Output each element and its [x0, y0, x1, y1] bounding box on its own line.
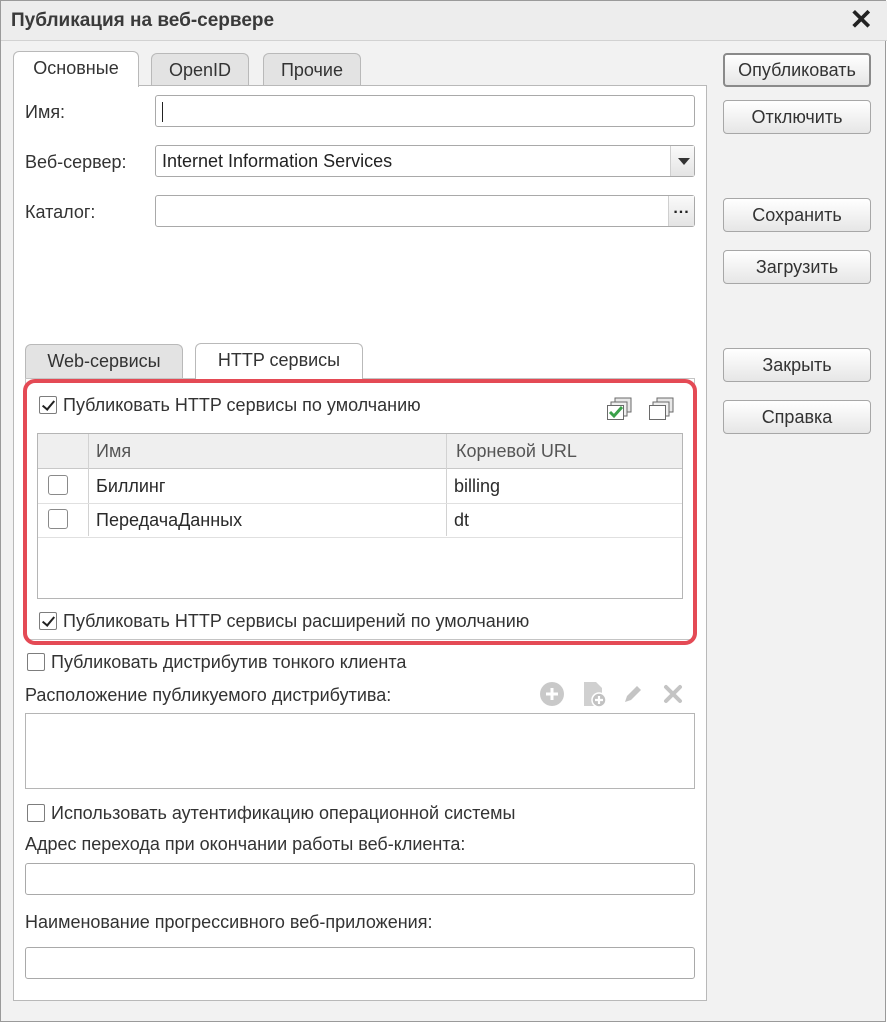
http-services-table: Имя Корневой URL Биллинг billing Передач…	[37, 433, 683, 599]
column-header-root-url[interactable]: Корневой URL	[456, 435, 577, 467]
title-bar: Публикация на веб-сервере ✕	[1, 1, 887, 41]
save-button[interactable]: Сохранить	[723, 198, 871, 232]
row-checkbox[interactable]	[48, 509, 68, 529]
publish-http-extensions-checkbox[interactable]	[39, 612, 57, 630]
add-file-icon[interactable]	[581, 680, 607, 708]
webserver-select[interactable]: Internet Information Services	[155, 145, 695, 177]
name-label: Имя:	[25, 102, 66, 122]
tab-openid[interactable]: OpenID	[151, 53, 249, 87]
os-auth-checkbox[interactable]	[27, 804, 45, 822]
chevron-down-icon[interactable]	[670, 146, 694, 176]
tab-main[interactable]: Основные	[13, 51, 139, 87]
tab-http-services[interactable]: HTTP сервисы	[195, 343, 363, 379]
table-row[interactable]: ПередачаДанных dt	[38, 503, 682, 538]
row-checkbox[interactable]	[48, 475, 68, 495]
publish-button[interactable]: Опубликовать	[723, 53, 871, 87]
delete-icon[interactable]	[661, 682, 685, 706]
pwa-name-label: Наименование прогрессивного веб-приложен…	[25, 912, 433, 932]
add-icon[interactable]	[539, 681, 565, 707]
publish-http-default-label: Публиковать HTTP сервисы по умолчанию	[63, 395, 421, 415]
name-input[interactable]	[155, 95, 695, 127]
row-name: Биллинг	[96, 476, 166, 496]
tab-other[interactable]: Прочие	[263, 53, 361, 87]
publish-http-extensions-label: Публиковать HTTP сервисы расширений по у…	[63, 611, 530, 631]
close-icon[interactable]: ✕	[850, 5, 873, 35]
load-button[interactable]: Загрузить	[723, 250, 871, 284]
exit-address-input[interactable]	[25, 863, 695, 895]
webserver-value: Internet Information Services	[162, 151, 393, 171]
uncheck-all-icon[interactable]	[649, 397, 677, 421]
distribution-location-label: Расположение публикуемого дистрибутива:	[25, 685, 392, 705]
publish-http-default-checkbox[interactable]	[39, 396, 57, 414]
tab-web-services[interactable]: Web-сервисы	[25, 344, 183, 378]
check-all-icon[interactable]	[607, 397, 635, 421]
publish-thin-client-label: Публиковать дистрибутив тонкого клиента	[51, 652, 407, 672]
catalog-input[interactable]: ...	[155, 195, 695, 227]
edit-icon[interactable]	[621, 682, 645, 706]
row-url: billing	[454, 476, 501, 496]
pwa-name-input[interactable]	[25, 947, 695, 979]
table-header: Имя Корневой URL	[38, 434, 682, 469]
row-name: ПередачаДанных	[96, 510, 243, 530]
catalog-label: Каталог:	[25, 202, 96, 222]
distribution-location-list[interactable]	[25, 713, 695, 789]
text-cursor	[162, 102, 163, 123]
disable-button[interactable]: Отключить	[723, 100, 871, 134]
catalog-browse-button[interactable]: ...	[668, 196, 694, 226]
column-header-name[interactable]: Имя	[96, 435, 131, 467]
exit-address-label: Адрес перехода при окончании работы веб-…	[25, 834, 466, 854]
publish-dialog: Публикация на веб-сервере ✕ Основные Ope…	[0, 0, 887, 1022]
window-title: Публикация на веб-сервере	[11, 10, 275, 31]
os-auth-label: Использовать аутентификацию операционной…	[51, 803, 516, 823]
webserver-label: Веб-сервер:	[25, 152, 127, 172]
close-button[interactable]: Закрыть	[723, 348, 871, 382]
row-url: dt	[454, 510, 470, 530]
publish-thin-client-checkbox[interactable]	[27, 653, 45, 671]
table-row[interactable]: Биллинг billing	[38, 469, 682, 504]
help-button[interactable]: Справка	[723, 400, 871, 434]
